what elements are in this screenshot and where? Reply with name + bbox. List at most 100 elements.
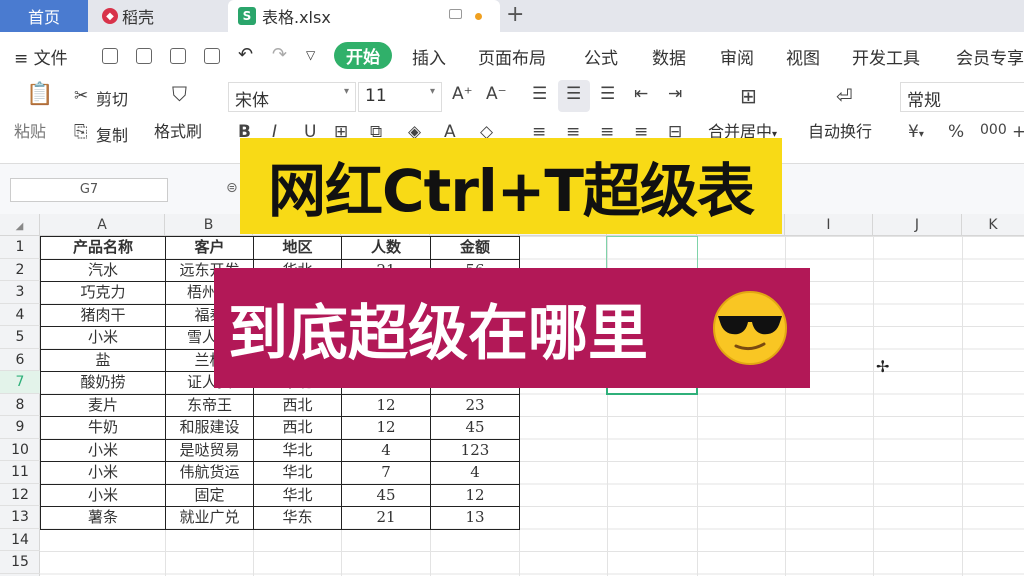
undo-icon[interactable]: ↶ — [238, 44, 253, 65]
table-cell[interactable]: 12 — [341, 393, 431, 417]
row-header[interactable]: 7 — [0, 371, 40, 394]
table-cell[interactable]: 华北 — [253, 461, 342, 485]
table-cell[interactable]: 7 — [341, 461, 431, 485]
font-grow-icon[interactable]: A⁺ — [452, 84, 473, 104]
tab-page-layout[interactable]: 页面布局 — [478, 44, 546, 69]
row-header[interactable]: 3 — [0, 281, 40, 304]
table-cell[interactable]: 固定 — [165, 483, 254, 507]
table-header-cell[interactable]: 人数 — [341, 236, 431, 260]
format-painter-button[interactable]: 格式刷 — [154, 118, 202, 142]
table-cell[interactable]: 薯条 — [40, 506, 166, 530]
select-all-corner[interactable]: ◢ — [0, 214, 40, 236]
table-cell[interactable]: 伟航货运 — [165, 461, 254, 485]
table-cell[interactable]: 123 — [430, 438, 520, 462]
table-cell[interactable]: 45 — [341, 483, 431, 507]
tab-member[interactable]: 会员专享 — [956, 44, 1024, 69]
table-cell[interactable]: 猪肉干 — [40, 303, 166, 327]
font-shrink-icon[interactable]: A⁻ — [486, 84, 507, 104]
row-header[interactable]: 6 — [0, 349, 40, 371]
tab-start[interactable]: 开始 — [334, 42, 392, 69]
print-preview-icon[interactable] — [204, 48, 220, 64]
table-cell[interactable]: 12 — [341, 416, 431, 440]
row-header[interactable]: 4 — [0, 304, 40, 326]
row-header[interactable]: 15 — [0, 551, 40, 574]
export-icon[interactable] — [136, 48, 152, 64]
currency-button[interactable]: ¥▾ — [908, 122, 924, 142]
align-bottom-icon[interactable]: ☰ — [600, 84, 615, 104]
font-size-select[interactable]: 11 ▾ — [358, 82, 442, 112]
table-header-cell[interactable]: 产品名称 — [40, 236, 166, 260]
table-cell[interactable]: 21 — [341, 506, 431, 530]
column-header[interactable]: A — [40, 214, 165, 236]
monitor-icon[interactable] — [449, 9, 462, 19]
percent-button[interactable]: % — [948, 122, 964, 142]
zoom-icon[interactable]: ⊜ — [226, 180, 238, 196]
save-icon[interactable] — [102, 48, 118, 64]
tab-document[interactable]: S 表格.xlsx — [228, 0, 500, 32]
row-header[interactable]: 2 — [0, 259, 40, 281]
tab-home[interactable]: 首页 — [0, 0, 88, 32]
table-cell[interactable]: 小米 — [40, 483, 166, 507]
decimal-icon[interactable]: + — [1012, 122, 1024, 142]
table-cell[interactable]: 西北 — [253, 416, 342, 440]
table-cell[interactable]: 华东 — [253, 506, 342, 530]
table-cell[interactable]: 麦片 — [40, 393, 166, 417]
file-menu[interactable]: ≡ 文件 — [14, 44, 68, 69]
column-header[interactable]: J — [873, 214, 962, 236]
row-header[interactable]: 10 — [0, 439, 40, 461]
table-cell[interactable]: 13 — [430, 506, 520, 530]
table-cell[interactable]: 小米 — [40, 438, 166, 462]
table-cell[interactable]: 汽水 — [40, 258, 166, 282]
row-header[interactable]: 13 — [0, 506, 40, 529]
indent-decrease-icon[interactable]: ⇤ — [634, 84, 648, 104]
align-middle-icon[interactable]: ☰ — [566, 84, 581, 104]
copy-button[interactable]: 复制 — [96, 122, 128, 146]
cut-button[interactable]: 剪切 — [96, 86, 128, 110]
table-cell[interactable]: 4 — [430, 461, 520, 485]
indent-increase-icon[interactable]: ⇥ — [668, 84, 682, 104]
table-cell[interactable]: 盐 — [40, 348, 166, 372]
align-top-icon[interactable]: ☰ — [532, 84, 547, 104]
row-header[interactable]: 9 — [0, 416, 40, 439]
tab-insert[interactable]: 插入 — [412, 44, 446, 69]
table-cell[interactable]: 12 — [430, 483, 520, 507]
table-cell[interactable]: 小米 — [40, 461, 166, 485]
paste-icon[interactable]: 📋 — [26, 82, 53, 107]
table-cell[interactable]: 西北 — [253, 393, 342, 417]
table-cell[interactable]: 华北 — [253, 438, 342, 462]
thousands-icon[interactable]: 000 — [980, 122, 1007, 138]
table-cell[interactable]: 牛奶 — [40, 416, 166, 440]
table-cell[interactable]: 23 — [430, 393, 520, 417]
row-header[interactable]: 8 — [0, 394, 40, 416]
row-header[interactable]: 5 — [0, 326, 40, 349]
table-cell[interactable]: 45 — [430, 416, 520, 440]
paste-button[interactable]: 粘贴 — [14, 118, 46, 142]
row-header[interactable]: 11 — [0, 461, 40, 484]
table-cell[interactable]: 酸奶捞 — [40, 371, 166, 395]
table-header-cell[interactable]: 金额 — [430, 236, 520, 260]
tab-developer[interactable]: 开发工具 — [852, 44, 920, 69]
table-cell[interactable]: 华北 — [253, 483, 342, 507]
table-cell[interactable]: 就业广兑 — [165, 506, 254, 530]
tab-review[interactable]: 审阅 — [720, 44, 754, 69]
table-cell[interactable]: 巧克力 — [40, 281, 166, 305]
number-format-select[interactable]: 常规 — [900, 82, 1024, 112]
table-cell[interactable]: 是哒贸易 — [165, 438, 254, 462]
tab-view[interactable]: 视图 — [786, 44, 820, 69]
table-cell[interactable]: 和服建设 — [165, 416, 254, 440]
quick-access-dropdown-icon[interactable]: ▽ — [306, 48, 315, 62]
column-header[interactable]: K — [962, 214, 1024, 236]
redo-icon[interactable]: ↷ — [272, 44, 287, 65]
table-header-cell[interactable]: 地区 — [253, 236, 342, 260]
name-box[interactable]: G7 — [10, 178, 168, 202]
print-icon[interactable] — [170, 48, 186, 64]
tab-daoke[interactable]: ◆ 稻壳 — [92, 0, 222, 32]
row-header[interactable]: 1 — [0, 236, 40, 259]
row-header[interactable]: 12 — [0, 484, 40, 506]
tab-formulas[interactable]: 公式 — [584, 44, 618, 69]
font-family-select[interactable]: 宋体 ▾ — [228, 82, 356, 112]
add-tab-button[interactable]: + — [506, 2, 524, 27]
tab-data[interactable]: 数据 — [652, 44, 686, 69]
table-cell[interactable]: 东帝王 — [165, 393, 254, 417]
row-header[interactable]: 14 — [0, 529, 40, 551]
